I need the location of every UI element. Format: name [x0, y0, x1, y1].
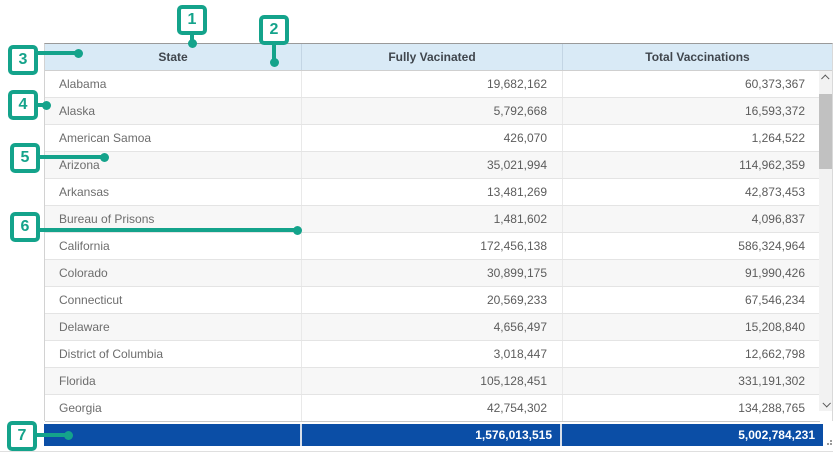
window-bottom-edge: [0, 451, 833, 452]
vaccination-table-screenshot: State Fully Vacinated Total Vaccinations…: [0, 0, 833, 453]
state-cell: Alaska: [45, 98, 302, 124]
total-vaccinations-cell: 16,593,372: [563, 98, 819, 124]
annotation-marker-2: 2: [259, 15, 289, 45]
state-cell: District of Columbia: [45, 341, 302, 367]
total-vaccinations-cell: 134,288,765: [563, 395, 819, 421]
annotation-dot-5: [100, 153, 109, 162]
table-row[interactable]: Georgia 42,754,302 134,288,765: [45, 395, 820, 422]
total-vaccinations-cell: 114,962,359: [563, 152, 819, 178]
annotation-marker-6: 6: [10, 212, 40, 242]
annotation-marker-7: 7: [7, 421, 37, 451]
annotation-label: 5: [21, 149, 30, 167]
table-row[interactable]: Alaska 5,792,668 16,593,372: [45, 98, 820, 125]
total-vaccinations-cell: 12,662,798: [563, 341, 819, 367]
table-row[interactable]: Delaware 4,656,497 15,208,840: [45, 314, 820, 341]
total-vaccinations-cell: 4,096,837: [563, 206, 819, 232]
table-row[interactable]: Connecticut 20,569,233 67,546,234: [45, 287, 820, 314]
state-cell: Colorado: [45, 260, 302, 286]
total-vaccinations-cell: 67,546,234: [563, 287, 819, 313]
fully-vaccinated-cell: 35,021,994: [302, 152, 563, 178]
table-row[interactable]: Alabama 19,682,162 60,373,367: [45, 71, 820, 98]
total-vaccinations-cell: 42,873,453: [563, 179, 819, 205]
table-row[interactable]: Arkansas 13,481,269 42,873,453: [45, 179, 820, 206]
annotation-label: 1: [188, 11, 197, 29]
annotation-dot-4: [42, 101, 51, 110]
totals-fully-vaccinated: 1,576,013,515: [302, 424, 562, 446]
data-table: State Fully Vacinated Total Vaccinations…: [44, 43, 833, 421]
annotation-dot-6: [293, 226, 302, 235]
scrollbar-thumb[interactable]: [819, 94, 832, 169]
resize-grip-icon[interactable]: [824, 437, 832, 445]
state-cell: Connecticut: [45, 287, 302, 313]
state-cell: Georgia: [45, 395, 302, 421]
fully-vaccinated-cell: 4,656,497: [302, 314, 563, 340]
total-vaccinations-cell: 60,373,367: [563, 71, 819, 97]
fully-vaccinated-cell: 172,456,138: [302, 233, 563, 259]
fully-vaccinated-cell: 42,754,302: [302, 395, 563, 421]
chevron-down-icon: [822, 399, 830, 407]
fully-vaccinated-cell: 426,070: [302, 125, 563, 151]
vertical-scrollbar[interactable]: [819, 71, 832, 411]
annotation-label: 3: [19, 51, 28, 69]
state-cell: Florida: [45, 368, 302, 394]
annotation-dot-2: [270, 58, 279, 67]
totals-total-vaccinations: 5,002,784,231: [562, 424, 823, 446]
annotation-stem-6: [38, 228, 297, 232]
fully-vaccinated-cell: 1,481,602: [302, 206, 563, 232]
scroll-up-button[interactable]: [819, 71, 832, 85]
fully-vaccinated-cell: 13,481,269: [302, 179, 563, 205]
state-cell: Arkansas: [45, 179, 302, 205]
table-body: Alabama 19,682,162 60,373,367 Alaska 5,7…: [45, 71, 820, 422]
fully-vaccinated-cell: 3,018,447: [302, 341, 563, 367]
state-cell: Delaware: [45, 314, 302, 340]
table-row[interactable]: District of Columbia 3,018,447 12,662,79…: [45, 341, 820, 368]
table-row[interactable]: Colorado 30,899,175 91,990,426: [45, 260, 820, 287]
fully-vaccinated-cell: 30,899,175: [302, 260, 563, 286]
annotation-dot-3: [74, 49, 83, 58]
table-row[interactable]: American Samoa 426,070 1,264,522: [45, 125, 820, 152]
state-cell: California: [45, 233, 302, 259]
total-vaccinations-cell: 15,208,840: [563, 314, 819, 340]
annotation-label: 4: [19, 96, 28, 114]
annotation-label: 6: [21, 218, 30, 236]
table-header-row: State Fully Vacinated Total Vaccinations: [45, 44, 832, 71]
totals-state-cell: [44, 424, 302, 446]
annotation-label: 2: [270, 21, 279, 39]
scroll-down-button[interactable]: [819, 397, 832, 411]
annotation-marker-5: 5: [10, 143, 40, 173]
total-vaccinations-cell: 1,264,522: [563, 125, 819, 151]
state-cell: Alabama: [45, 71, 302, 97]
state-cell: American Samoa: [45, 125, 302, 151]
annotation-marker-3: 3: [8, 45, 38, 75]
column-header-state[interactable]: State: [45, 44, 302, 70]
annotation-label: 7: [18, 427, 27, 445]
column-header-total-vaccinations[interactable]: Total Vaccinations: [563, 44, 832, 70]
annotation-stem-5: [38, 155, 105, 159]
table-row[interactable]: California 172,456,138 586,324,964: [45, 233, 820, 260]
column-header-fully-vaccinated[interactable]: Fully Vacinated: [302, 44, 563, 70]
chevron-up-icon: [821, 74, 829, 82]
annotation-marker-4: 4: [8, 90, 38, 120]
fully-vaccinated-cell: 19,682,162: [302, 71, 563, 97]
table-row[interactable]: Florida 105,128,451 331,191,302: [45, 368, 820, 395]
fully-vaccinated-cell: 105,128,451: [302, 368, 563, 394]
table-row[interactable]: Arizona 35,021,994 114,962,359: [45, 152, 820, 179]
total-vaccinations-cell: 91,990,426: [563, 260, 819, 286]
annotation-marker-1: 1: [177, 5, 207, 35]
fully-vaccinated-cell: 5,792,668: [302, 98, 563, 124]
annotation-dot-1: [188, 39, 197, 48]
total-vaccinations-cell: 586,324,964: [563, 233, 819, 259]
fully-vaccinated-cell: 20,569,233: [302, 287, 563, 313]
totals-row: 1,576,013,515 5,002,784,231: [44, 424, 823, 446]
annotation-dot-7: [64, 431, 73, 440]
total-vaccinations-cell: 331,191,302: [563, 368, 819, 394]
